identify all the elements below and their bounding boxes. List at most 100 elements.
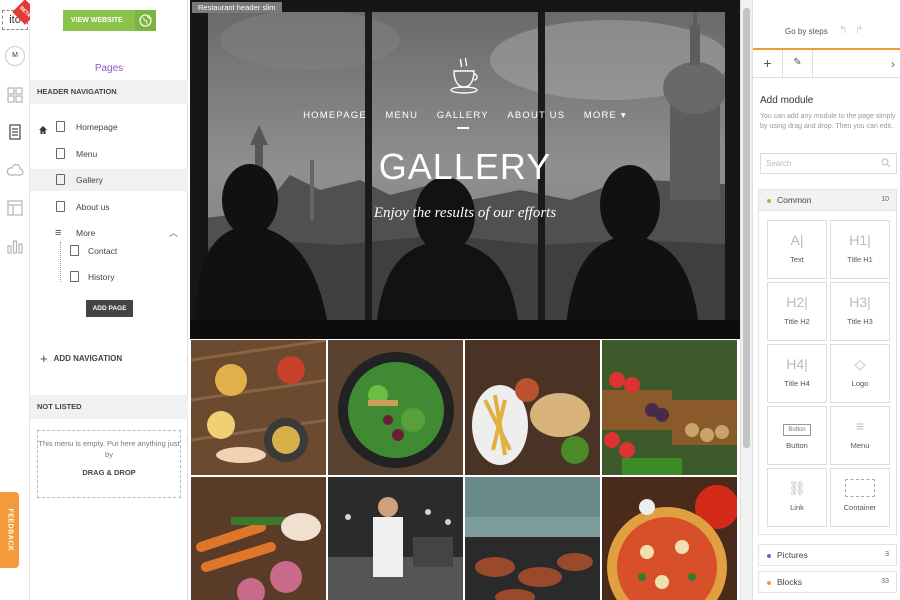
- redo-icon[interactable]: ↱: [855, 25, 863, 36]
- page-label: Menu: [76, 149, 98, 159]
- h2-icon: H2|: [786, 294, 808, 310]
- category-label: Pictures: [777, 550, 808, 560]
- nav-menu[interactable]: MENU: [385, 110, 418, 121]
- avatar[interactable]: M: [5, 46, 25, 66]
- category-dot: [767, 553, 771, 558]
- cloud-icon[interactable]: [6, 162, 24, 180]
- h1-icon: H1|: [849, 232, 871, 248]
- page-canvas[interactable]: Restaurant header slim HOMEPAGE MENU GAL…: [190, 0, 740, 600]
- module-search-input[interactable]: Search: [760, 153, 897, 174]
- drag-drop-label: DRAG & DROP: [82, 468, 136, 477]
- gallery-image[interactable]: [190, 476, 327, 600]
- gallery-image[interactable]: [327, 339, 464, 476]
- nav-more[interactable]: MORE ▾: [584, 110, 627, 121]
- undo-icon[interactable]: ↰: [839, 25, 847, 36]
- page-title[interactable]: GALLERY: [190, 146, 740, 188]
- search-placeholder: Search: [766, 159, 792, 168]
- page-icon: [70, 271, 79, 282]
- globe-icon: [135, 10, 156, 31]
- page-icon: [56, 121, 65, 132]
- category-dot: [767, 580, 771, 585]
- module-title-h1[interactable]: H1| Title H1: [830, 220, 890, 279]
- hero-header[interactable]: Restaurant header slim HOMEPAGE MENU GAL…: [190, 0, 740, 339]
- category-pictures[interactable]: Pictures 3: [758, 544, 897, 566]
- search-icon: [881, 158, 891, 168]
- module-title-h4[interactable]: H4| Title H4: [767, 344, 827, 403]
- add-module-description: You can add any module to the page simpl…: [760, 113, 896, 130]
- page-label: About us: [76, 202, 110, 212]
- canvas-scrollbar[interactable]: [740, 0, 752, 600]
- stats-icon[interactable]: [6, 237, 24, 255]
- grid-icon[interactable]: [6, 86, 24, 104]
- module-logo[interactable]: ◇ Logo: [830, 344, 890, 403]
- category-label: Blocks: [777, 577, 803, 587]
- text-icon: A|: [790, 232, 804, 248]
- module-label: Title H1: [847, 255, 873, 264]
- module-label: Link: [790, 503, 804, 512]
- module-container[interactable]: Container: [830, 468, 890, 527]
- button-icon: Button: [768, 407, 826, 441]
- page-label: Gallery: [76, 175, 103, 185]
- module-label: Title H4: [784, 379, 810, 388]
- add-page-button[interactable]: ADD PAGE: [86, 300, 133, 317]
- layout-icon[interactable]: [6, 199, 24, 217]
- gallery-image[interactable]: [464, 339, 601, 476]
- module-text[interactable]: A| Text: [767, 220, 827, 279]
- add-navigation-button[interactable]: + ADD NAVIGATION: [40, 349, 122, 366]
- category-blocks[interactable]: Blocks 33: [758, 571, 897, 593]
- module-button[interactable]: Button Button: [767, 406, 827, 465]
- gallery-image[interactable]: [464, 476, 601, 600]
- chevron-right-icon[interactable]: ›: [891, 57, 895, 71]
- module-label: Button: [786, 441, 808, 450]
- module-title-h3[interactable]: H3| Title H3: [830, 282, 890, 341]
- page-item-gallery[interactable]: Gallery: [30, 169, 188, 191]
- page-item-homepage[interactable]: Homepage: [30, 116, 188, 138]
- page-icon: [56, 174, 65, 185]
- page-item-contact[interactable]: Contact: [30, 240, 188, 262]
- gallery-image[interactable]: [190, 339, 327, 476]
- page-icon: [70, 245, 79, 256]
- page-icon: [56, 201, 65, 212]
- gallery-image[interactable]: [601, 339, 738, 476]
- module-label: Title H3: [847, 317, 873, 326]
- panel-tabs: + ✎ ›: [753, 50, 900, 78]
- gallery-image[interactable]: [601, 476, 738, 600]
- go-by-steps-label[interactable]: Go by steps: [785, 27, 828, 36]
- category-count: 3: [885, 551, 889, 558]
- module-title-h2[interactable]: H2| Title H2: [767, 282, 827, 341]
- header-navigation-heading: HEADER NAVIGATION: [30, 80, 188, 104]
- page-label: History: [88, 272, 115, 282]
- module-tag: Restaurant header slim: [192, 2, 282, 13]
- module-link[interactable]: ⛓ Link: [767, 468, 827, 527]
- drop-zone[interactable]: This menu is empty. Put here anything ju…: [37, 430, 181, 498]
- feedback-tab[interactable]: FEEDBACK: [0, 492, 19, 568]
- plus-icon: +: [40, 351, 48, 366]
- category-common[interactable]: Common 10: [758, 189, 897, 211]
- page-item-history[interactable]: History: [30, 266, 188, 288]
- category-dot: [767, 198, 771, 203]
- module-label: Menu: [850, 441, 870, 450]
- h3-icon: H3|: [849, 294, 871, 310]
- link-icon: ⛓: [788, 480, 806, 496]
- panel-title: Pages: [94, 63, 124, 74]
- pages-icon[interactable]: [6, 123, 24, 141]
- nav-gallery[interactable]: GALLERY: [437, 110, 489, 121]
- nav-homepage[interactable]: HOMEPAGE: [303, 110, 367, 121]
- view-website-button[interactable]: VIEW WEBSITE: [63, 10, 156, 31]
- module-label: Logo: [851, 379, 869, 388]
- gallery-image[interactable]: [327, 476, 464, 600]
- module-panel: Go by steps ↰ ↱ + ✎ › Add module You can…: [752, 0, 900, 600]
- page-item-about-us[interactable]: About us: [30, 196, 188, 218]
- edit-tab-icon[interactable]: ✎: [783, 50, 813, 78]
- not-listed-heading: NOT LISTED: [30, 395, 188, 419]
- page-subtitle[interactable]: Enjoy the results of our efforts: [190, 205, 740, 222]
- add-tab-plus-icon[interactable]: +: [753, 50, 783, 78]
- pages-panel: VIEW WEBSITE Pages HEADER NAVIGATION Hom…: [30, 0, 188, 600]
- module-grid: A| Text H1| Title H1 H2| Title H2 H3| Title …: [758, 211, 897, 535]
- page-item-menu[interactable]: Menu: [30, 143, 188, 165]
- page-icon: [56, 148, 65, 159]
- scrollbar-thumb[interactable]: [743, 8, 750, 448]
- nav-about-us[interactable]: ABOUT US: [507, 110, 565, 121]
- coffee-cup-logo-icon[interactable]: [448, 55, 480, 95]
- module-menu[interactable]: ≡ Menu: [830, 406, 890, 465]
